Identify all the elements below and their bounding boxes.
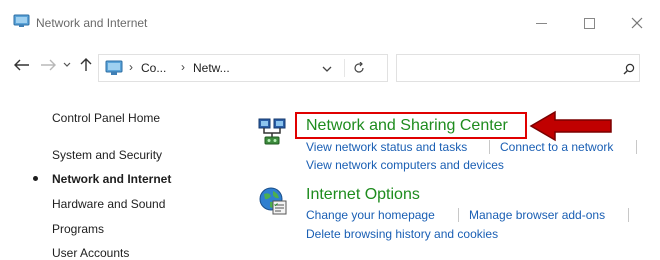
maximize-button[interactable] [566, 10, 612, 36]
link-divider [489, 140, 490, 154]
link-divider [628, 208, 629, 222]
window-title: Network and Internet [36, 16, 148, 30]
minimize-button[interactable] [518, 10, 564, 36]
link-divider [458, 208, 459, 222]
arrow-up-icon [80, 58, 92, 71]
link-divider [636, 140, 637, 154]
up-button[interactable] [79, 57, 93, 73]
view-network-status-link[interactable]: View network status and tasks [306, 140, 467, 154]
network-and-sharing-center-link[interactable]: Network and Sharing Center [306, 117, 508, 135]
sidebar-item-network-and-internet[interactable]: Network and Internet [52, 172, 171, 186]
forward-button[interactable] [40, 57, 56, 73]
close-button[interactable] [614, 10, 660, 36]
chevron-down-icon [63, 62, 71, 67]
minimize-icon [535, 22, 547, 24]
breadcrumb-separator: › [181, 60, 185, 74]
chevron-down-icon[interactable] [321, 64, 333, 74]
arrow-right-icon [41, 59, 56, 71]
sidebar-item-programs[interactable]: Programs [52, 222, 104, 236]
delete-browsing-history-link[interactable]: Delete browsing history and cookies [306, 227, 498, 241]
active-bullet [33, 176, 38, 181]
close-icon [631, 17, 643, 29]
connect-to-network-link[interactable]: Connect to a network [500, 140, 613, 154]
network-sharing-icon [258, 118, 286, 145]
navigation-bar: › Co... › Netw... [0, 44, 660, 84]
sidebar-item-hardware-and-sound[interactable]: Hardware and Sound [52, 197, 165, 211]
breadcrumb-separator: › [129, 60, 133, 74]
control-panel-icon [13, 14, 30, 27]
address-bar[interactable]: › Co... › Netw... [98, 54, 388, 82]
maximize-icon [583, 17, 595, 29]
search-input[interactable] [396, 54, 640, 82]
address-divider [344, 59, 345, 77]
sidebar-item-user-accounts[interactable]: User Accounts [52, 246, 129, 260]
internet-options-link[interactable]: Internet Options [306, 186, 420, 204]
control-panel-icon [105, 60, 123, 75]
internet-options-icon [259, 187, 287, 215]
arrow-left-icon [14, 59, 29, 71]
back-button[interactable] [14, 57, 30, 73]
title-bar: Network and Internet [0, 0, 660, 40]
red-arrow-annotation [529, 110, 612, 142]
view-network-computers-link[interactable]: View network computers and devices [306, 158, 504, 172]
refresh-button[interactable] [351, 61, 367, 77]
sidebar-item-control-panel-home[interactable]: Control Panel Home [52, 111, 160, 125]
refresh-icon [354, 61, 364, 73]
breadcrumb-network[interactable]: Netw... [193, 61, 230, 75]
recent-locations-button[interactable] [62, 57, 72, 73]
manage-add-ons-link[interactable]: Manage browser add-ons [469, 208, 605, 222]
change-homepage-link[interactable]: Change your homepage [306, 208, 435, 222]
search-icon[interactable] [623, 63, 635, 75]
sidebar-item-system-and-security[interactable]: System and Security [52, 148, 162, 162]
breadcrumb-control-panel[interactable]: Co... [141, 61, 166, 75]
